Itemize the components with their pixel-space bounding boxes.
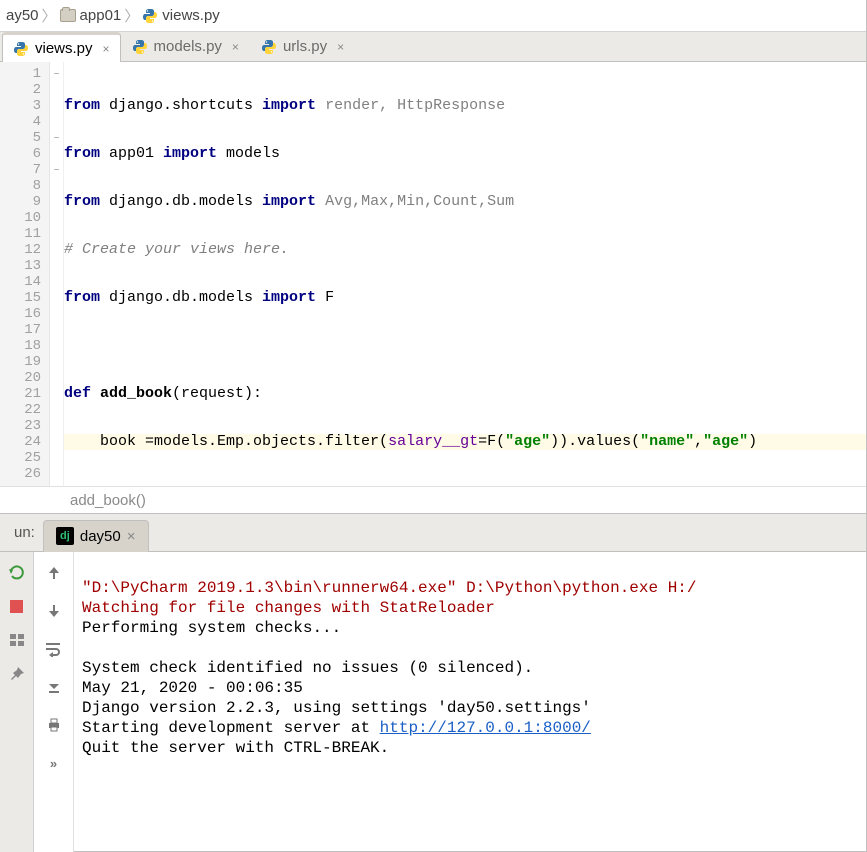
run-toolbar-inner: » [34, 552, 74, 852]
python-file-icon [13, 41, 29, 57]
line-number-gutter: 1234567891011121314151617181920212223242… [0, 62, 50, 486]
stop-icon[interactable] [7, 596, 27, 616]
code-area[interactable]: from django.shortcuts import render, Htt… [64, 62, 866, 486]
layout-icon[interactable] [7, 630, 27, 650]
python-file-icon [261, 39, 277, 55]
server-url-link[interactable]: http://127.0.0.1:8000/ [380, 719, 591, 737]
pin-icon[interactable] [7, 664, 27, 684]
run-label: un: [0, 524, 43, 541]
up-icon[interactable] [43, 562, 65, 584]
fold-column: −−− [50, 62, 64, 486]
python-file-icon [132, 39, 148, 55]
folder-icon [60, 9, 76, 22]
django-icon: dj [56, 527, 74, 545]
run-tab-day50[interactable]: dj day50 × [43, 520, 149, 552]
scroll-to-end-icon[interactable] [43, 676, 65, 698]
editor-tabs: views.py × models.py × urls.py × [0, 32, 866, 62]
wrap-icon[interactable] [43, 638, 65, 660]
run-tool-header: un: dj day50 × [0, 514, 866, 552]
tab-label: models.py [154, 38, 222, 55]
tab-views[interactable]: views.py × [2, 32, 121, 62]
breadcrumb: ay50 〉 app01 〉 views.py [0, 0, 866, 32]
breadcrumb-folder[interactable]: app01 [60, 7, 122, 24]
breadcrumb-file[interactable]: views.py [142, 7, 220, 24]
tab-urls[interactable]: urls.py × [250, 31, 355, 61]
rerun-icon[interactable] [7, 562, 27, 582]
code-editor[interactable]: 1234567891011121314151617181920212223242… [0, 62, 866, 486]
close-icon[interactable]: × [103, 42, 110, 56]
run-toolbar-left [0, 552, 34, 852]
tab-label: urls.py [283, 38, 327, 55]
print-icon[interactable] [43, 714, 65, 736]
code-context-breadcrumb[interactable]: add_book() [0, 486, 866, 514]
more-icon[interactable]: » [43, 752, 65, 774]
console-output[interactable]: "D:\PyCharm 2019.1.3\bin\runnerw64.exe" … [74, 552, 866, 852]
python-file-icon [142, 8, 158, 24]
close-icon[interactable]: × [127, 528, 136, 545]
tab-label: views.py [35, 40, 93, 57]
chevron-right-icon: 〉 [42, 5, 57, 26]
breadcrumb-root[interactable]: ay50 [6, 7, 39, 24]
down-icon[interactable] [43, 600, 65, 622]
tab-models[interactable]: models.py × [121, 31, 250, 61]
run-console: » "D:\PyCharm 2019.1.3\bin\runnerw64.exe… [0, 552, 866, 852]
close-icon[interactable]: × [337, 40, 344, 54]
chevron-right-icon: 〉 [124, 5, 139, 26]
close-icon[interactable]: × [232, 40, 239, 54]
